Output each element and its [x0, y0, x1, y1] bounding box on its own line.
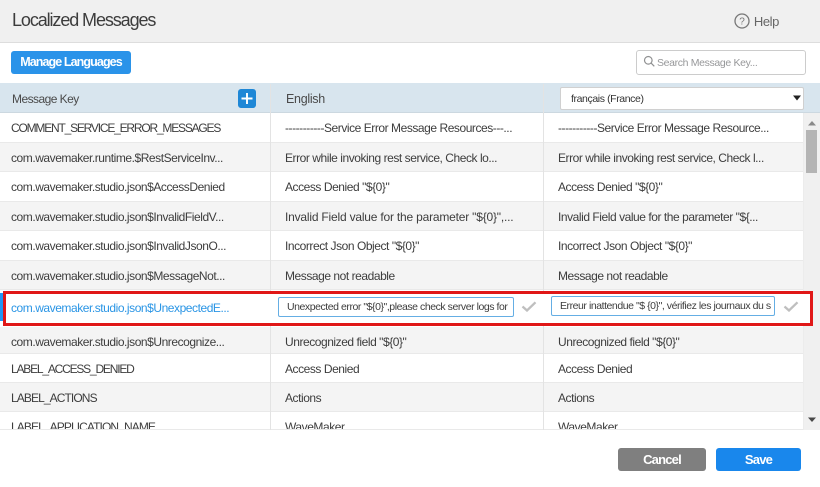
svg-text:?: ?	[739, 17, 745, 28]
